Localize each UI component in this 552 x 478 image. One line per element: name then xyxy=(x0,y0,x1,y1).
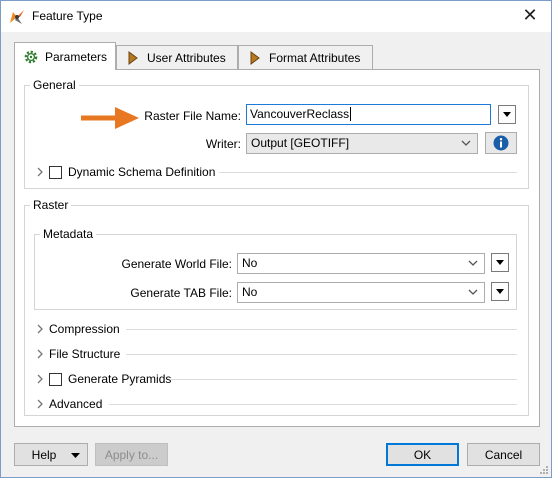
writer-select[interactable]: Output [GEOTIFF] xyxy=(246,133,478,154)
divider xyxy=(126,329,517,330)
tab-format-attributes-label: Format Attributes xyxy=(269,50,361,65)
cancel-label: Cancel xyxy=(484,447,523,462)
dynamic-schema-expander[interactable]: Dynamic Schema Definition xyxy=(35,164,215,180)
generate-tab-file-value: No xyxy=(242,285,258,299)
generate-world-file-select[interactable]: No xyxy=(237,253,485,274)
text-cursor xyxy=(350,107,352,121)
chevron-down-icon xyxy=(468,289,478,295)
fme-app-icon xyxy=(10,10,24,24)
generate-pyramids-expander[interactable]: Generate Pyramids xyxy=(35,371,171,387)
apply-to-label: Apply to... xyxy=(104,447,159,462)
divider xyxy=(171,379,517,380)
tab-user-attributes-label: User Attributes xyxy=(147,50,226,65)
close-icon[interactable]: ✕ xyxy=(517,4,543,28)
divider xyxy=(219,172,517,173)
help-label: Help xyxy=(31,447,57,462)
writer-value: Output [GEOTIFF] xyxy=(251,136,350,150)
generate-world-file-label: Generate World File: xyxy=(121,257,233,271)
chevron-right-icon xyxy=(37,349,43,359)
divider xyxy=(126,354,517,355)
title-bar[interactable]: Feature Type ✕ xyxy=(1,1,551,32)
divider xyxy=(109,404,517,405)
compression-label: Compression xyxy=(49,322,120,336)
chevron-right-icon xyxy=(37,324,43,334)
gear-icon xyxy=(24,50,38,63)
apply-to-button[interactable]: Apply to... xyxy=(95,443,168,466)
chevron-down-icon xyxy=(461,140,471,146)
feature-type-dialog: Feature Type ✕ Parameters User Attribute… xyxy=(0,0,552,478)
dynamic-schema-checkbox[interactable] xyxy=(49,165,62,179)
metadata-group-title: Metadata xyxy=(40,227,97,241)
info-icon xyxy=(493,135,509,151)
file-structure-label: File Structure xyxy=(49,347,121,361)
generate-tab-file-label: Generate TAB File: xyxy=(130,286,232,300)
tab-parameters[interactable]: Parameters xyxy=(14,42,116,70)
writer-label: Writer: xyxy=(205,137,241,151)
window-title: Feature Type xyxy=(32,9,103,23)
advanced-label: Advanced xyxy=(49,397,103,411)
cancel-button[interactable]: Cancel xyxy=(467,443,540,466)
raster-file-name-label: Raster File Name: xyxy=(144,109,241,123)
general-group-title: General xyxy=(30,78,79,92)
help-button[interactable]: Help xyxy=(14,443,88,466)
compression-expander[interactable]: Compression xyxy=(35,321,120,337)
dynamic-schema-label: Dynamic Schema Definition xyxy=(68,165,216,179)
generate-tab-file-select[interactable]: No xyxy=(237,282,485,303)
raster-file-name-value: VancouverReclass xyxy=(250,107,350,121)
generate-pyramids-label: Generate Pyramids xyxy=(68,372,172,386)
file-structure-expander[interactable]: File Structure xyxy=(35,346,120,362)
resize-grip-icon[interactable] xyxy=(539,465,549,475)
chevron-right-icon xyxy=(37,374,43,384)
chevron-right-icon xyxy=(37,399,43,409)
generate-pyramids-checkbox[interactable] xyxy=(49,372,62,386)
chevron-right-icon xyxy=(37,167,43,177)
generate-world-file-value: No xyxy=(242,256,258,270)
raster-file-name-input[interactable]: VancouverReclass xyxy=(246,104,491,125)
advanced-expander[interactable]: Advanced xyxy=(35,396,102,412)
raster-file-name-menu-button[interactable] xyxy=(498,105,516,124)
chevron-down-icon xyxy=(468,260,478,266)
ok-label: OK xyxy=(413,447,432,462)
raster-group-title: Raster xyxy=(30,198,72,212)
arrow-right-icon xyxy=(250,50,260,65)
generate-tab-file-menu-button[interactable] xyxy=(491,282,509,301)
generate-world-file-menu-button[interactable] xyxy=(491,253,509,272)
ok-button[interactable]: OK xyxy=(386,443,459,466)
caret-down-icon xyxy=(71,453,80,458)
tab-parameters-label: Parameters xyxy=(45,49,108,64)
tab-format-attributes[interactable]: Format Attributes xyxy=(238,45,373,69)
writer-info-button[interactable] xyxy=(485,132,517,154)
tab-user-attributes[interactable]: User Attributes xyxy=(116,45,238,69)
arrow-right-icon xyxy=(128,50,138,65)
